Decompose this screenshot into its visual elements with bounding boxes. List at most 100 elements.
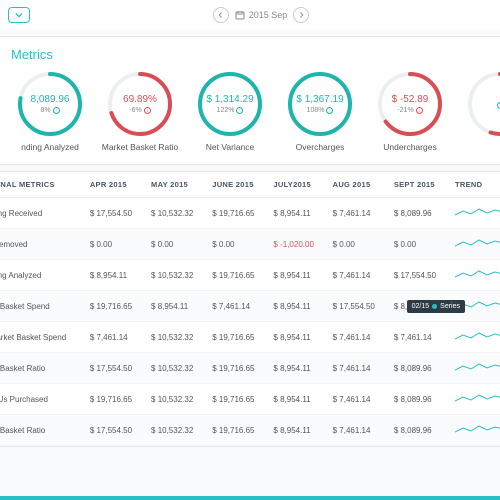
trend-cell — [449, 353, 500, 384]
cell: $ 19,716.65 — [84, 384, 145, 415]
cell: $ 8,954.11 — [84, 260, 145, 291]
table-header[interactable]: APR 2015 — [84, 172, 145, 198]
sparkline-icon — [455, 329, 500, 343]
cell: $ 8,089.96 — [388, 384, 449, 415]
row-label: ket Basket Spend — [0, 291, 84, 322]
arrow-left-icon — [218, 12, 224, 18]
table-row[interactable]: -Market Basket Spend$ 7,461.14$ 10,532.3… — [0, 322, 500, 353]
row-label: nding Analyzed — [0, 260, 84, 291]
sparkline-icon — [455, 236, 500, 250]
cell: $ 17,554.50 — [84, 415, 145, 446]
table-row[interactable]: nding Received$ 17,554.50$ 10,532.32$ 19… — [0, 198, 500, 229]
trend-cell — [449, 260, 500, 291]
date-prev-button[interactable] — [213, 7, 229, 23]
metric-card[interactable]: $ 1,314.29 122% ↑ Net Variance — [191, 70, 269, 152]
metric-sub: 8% ↑ — [40, 107, 59, 114]
cell: $ 19,716.65 — [206, 415, 267, 446]
cell: $ 8,954.11 — [267, 260, 326, 291]
trend-cell — [449, 415, 500, 446]
metric-ring: $ -52.89 -21% ↓ — [376, 70, 444, 138]
metrics-card: Metrics 8,089.96 8% ↑ nding Analyzed 69.… — [0, 36, 500, 165]
sparkline-icon — [455, 391, 500, 405]
cell: $ 17,554.50 — [327, 291, 388, 322]
trend-cell — [449, 384, 500, 415]
sparkline-icon — [455, 422, 500, 436]
tooltip-date: 02/15 — [412, 303, 430, 310]
cell: $ 8,954.11 — [267, 415, 326, 446]
metric-value: 69.89% — [123, 94, 157, 105]
table-header[interactable]: TREND — [449, 172, 500, 198]
date-next-button[interactable] — [293, 7, 309, 23]
metric-card[interactable]: ↑ — [461, 70, 500, 152]
cell: $ 0.00 — [84, 229, 145, 260]
table-row[interactable]: s Removed$ 0.00$ 0.00$ 0.00$ -1,020.00$ … — [0, 229, 500, 260]
calendar-icon — [235, 10, 245, 20]
sparkline-icon — [455, 360, 500, 374]
table-header[interactable]: AUG 2015 — [327, 172, 388, 198]
trend-cell — [449, 322, 500, 353]
metric-sub: -6% ↓ — [129, 107, 150, 114]
metric-label: nding Analyzed — [11, 142, 89, 152]
table-header[interactable]: JUNE 2015 — [206, 172, 267, 198]
section-title: Metrics — [11, 47, 500, 62]
cell: $ 19,716.65 — [84, 291, 145, 322]
topbar: 2015 Sep — [0, 0, 500, 30]
metrics-row: 8,089.96 8% ↑ nding Analyzed 69.89% -6% … — [11, 70, 500, 152]
cell: $ 8,954.11 — [267, 322, 326, 353]
filter-dropdown[interactable] — [8, 7, 30, 23]
metric-card[interactable]: 69.89% -6% ↓ Market Basket Ratio — [101, 70, 179, 152]
cell: $ 0.00 — [145, 229, 206, 260]
cell: $ 0.00 — [388, 229, 449, 260]
metric-sub: 122% ↑ — [217, 107, 244, 114]
chart-tooltip: 02/15 Series — [407, 300, 465, 313]
metric-ring: 69.89% -6% ↓ — [106, 70, 174, 138]
cell: $ 19,716.65 — [206, 384, 267, 415]
metric-card[interactable]: 8,089.96 8% ↑ nding Analyzed — [11, 70, 89, 152]
metric-card[interactable]: $ -52.89 -21% ↓ Undercharges — [371, 70, 449, 152]
metric-ring: $ 1,314.29 122% ↑ — [196, 70, 264, 138]
cell: $ 17,554.50 — [84, 353, 145, 384]
cell: $ 7,461.14 — [84, 322, 145, 353]
table-row[interactable]: SKUs Purchased$ 19,716.65$ 10,532.32$ 19… — [0, 384, 500, 415]
cell: $ -1,020.00 — [267, 229, 326, 260]
table-row[interactable]: nding Analyzed$ 8,954.11$ 10,532.32$ 19,… — [0, 260, 500, 291]
table-row[interactable]: ket Basket Ratio$ 17,554.50$ 10,532.32$ … — [0, 353, 500, 384]
cell: $ 10,532.32 — [145, 415, 206, 446]
date-text: 2015 Sep — [249, 10, 288, 20]
cell: $ 8,954.11 — [267, 198, 326, 229]
cell: $ 8,089.96 — [388, 198, 449, 229]
metric-ring: ↑ — [466, 70, 500, 138]
cell: $ 10,532.32 — [145, 322, 206, 353]
metric-ring: $ 1,367.19 108% ↑ — [286, 70, 354, 138]
tooltip-dot-icon — [432, 304, 437, 309]
cell: $ 7,461.14 — [327, 384, 388, 415]
metric-label: Market Basket Ratio — [101, 142, 179, 152]
table-row[interactable]: ket Basket Ratio$ 17,554.50$ 10,532.32$ … — [0, 415, 500, 446]
row-label: ket Basket Ratio — [0, 415, 84, 446]
cell: $ 7,461.14 — [327, 415, 388, 446]
cell: $ 7,461.14 — [388, 322, 449, 353]
metric-label: Overcharges — [281, 142, 359, 152]
table-header[interactable]: MAY 2015 — [145, 172, 206, 198]
cell: $ 7,461.14 — [327, 353, 388, 384]
trend-down-icon: ↓ — [416, 107, 423, 114]
table-header[interactable]: TIONAL METRICS — [0, 172, 84, 198]
row-label: nding Received — [0, 198, 84, 229]
cell: $ 17,554.50 — [388, 260, 449, 291]
cell: $ 19,716.65 — [206, 322, 267, 353]
metric-sub: ↑ — [497, 102, 500, 109]
cell: $ 0.00 — [206, 229, 267, 260]
metric-card[interactable]: $ 1,367.19 108% ↑ Overcharges — [281, 70, 359, 152]
cell: $ 8,954.11 — [267, 291, 326, 322]
cell: $ 0.00 — [327, 229, 388, 260]
metric-ring: 8,089.96 8% ↑ — [16, 70, 84, 138]
metric-value: $ 1,367.19 — [296, 94, 343, 105]
date-label[interactable]: 2015 Sep — [235, 10, 288, 20]
table-header[interactable]: JULY2015 — [267, 172, 326, 198]
arrow-right-icon — [298, 12, 304, 18]
cell: $ 8,954.11 — [267, 353, 326, 384]
sparkline-icon — [455, 205, 500, 219]
cell: $ 10,532.32 — [145, 353, 206, 384]
table-header[interactable]: SEPT 2015 — [388, 172, 449, 198]
metric-label: Net Variance — [191, 142, 269, 152]
